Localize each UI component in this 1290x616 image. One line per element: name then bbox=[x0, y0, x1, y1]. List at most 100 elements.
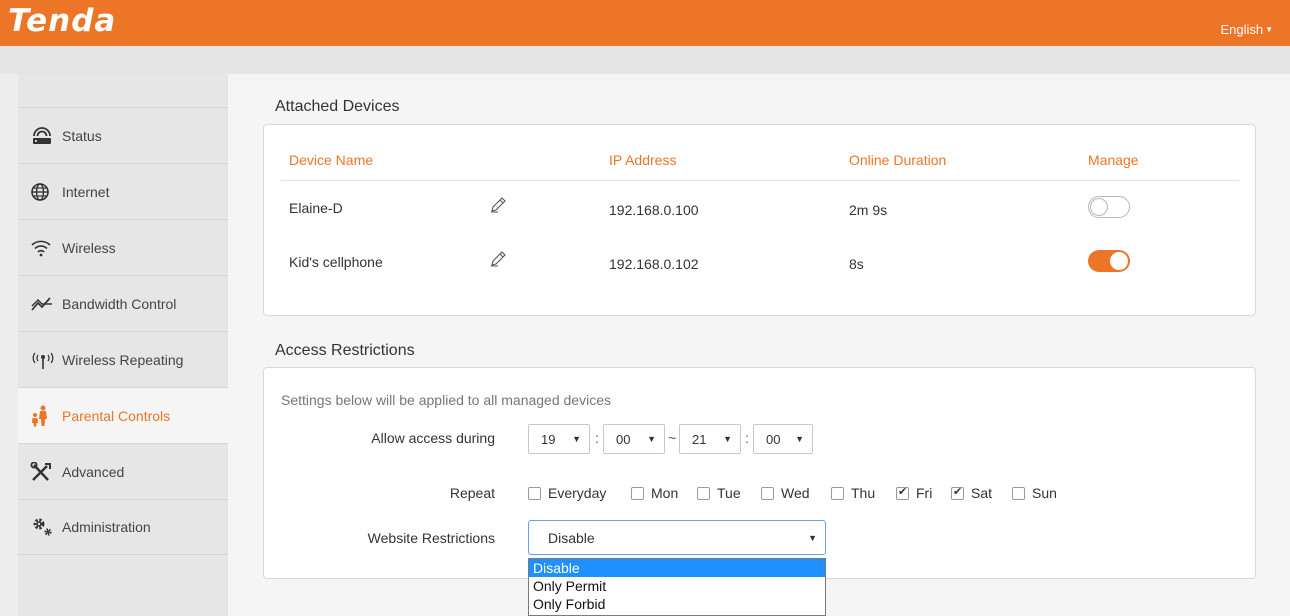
online-duration: 2m 9s bbox=[849, 202, 888, 218]
toggle-knob bbox=[1110, 252, 1128, 270]
day-tue-checkbox[interactable]: Tue bbox=[697, 485, 741, 501]
family-icon bbox=[30, 405, 58, 426]
end-hour-select[interactable]: 21 ▼ bbox=[679, 424, 741, 454]
sidebar-item-label: Parental Controls bbox=[62, 407, 171, 424]
sidebar-item-label: Internet bbox=[62, 183, 110, 200]
day-wed-checkbox[interactable]: Wed bbox=[761, 485, 810, 501]
checkbox-checked-icon bbox=[951, 485, 964, 500]
edit-pencil-icon[interactable] bbox=[490, 197, 506, 216]
attached-devices-title: Attached Devices bbox=[275, 98, 400, 115]
day-label: Sun bbox=[1032, 485, 1057, 501]
day-label: Tue bbox=[717, 485, 741, 501]
manage-toggle-off[interactable] bbox=[1088, 196, 1130, 218]
day-label: Wed bbox=[781, 485, 810, 501]
checkbox-icon bbox=[831, 486, 844, 500]
wifi-icon bbox=[30, 238, 58, 258]
column-online-duration: Online Duration bbox=[849, 152, 947, 168]
bandwidth-icon bbox=[30, 294, 58, 314]
day-everyday-checkbox[interactable]: Everyday bbox=[528, 485, 606, 501]
option-only-permit[interactable]: Only Permit bbox=[529, 577, 825, 595]
checkbox-icon bbox=[631, 486, 644, 500]
device-name: Kid's cellphone bbox=[289, 254, 383, 270]
device-ip: 192.168.0.102 bbox=[609, 256, 699, 272]
dropdown-arrow-icon: ▼ bbox=[723, 434, 732, 444]
sidebar-item-label: Bandwidth Control bbox=[62, 295, 177, 312]
sidebar-item-parental-controls[interactable]: Parental Controls bbox=[18, 387, 228, 443]
end-minute-value: 00 bbox=[766, 431, 781, 447]
antenna-icon bbox=[30, 350, 58, 370]
access-restrictions-title: Access Restrictions bbox=[275, 342, 415, 359]
sidebar-item-label: Status bbox=[62, 127, 102, 144]
day-sat-checkbox[interactable]: Sat bbox=[951, 485, 992, 501]
day-mon-checkbox[interactable]: Mon bbox=[631, 485, 678, 501]
column-ip-address: IP Address bbox=[609, 152, 677, 168]
tools-icon bbox=[30, 461, 58, 482]
day-fri-checkbox[interactable]: Fri bbox=[896, 485, 932, 501]
sidebar-item-advanced[interactable]: Advanced bbox=[18, 443, 228, 499]
sidebar-item-bandwidth-control[interactable]: Bandwidth Control bbox=[18, 275, 228, 331]
language-selector[interactable]: English ▼ bbox=[1220, 22, 1273, 37]
website-restrictions-label: Website Restrictions bbox=[367, 530, 495, 546]
gears-icon bbox=[30, 517, 58, 537]
language-label: English bbox=[1220, 22, 1264, 37]
dropdown-arrow-icon: ▼ bbox=[647, 434, 656, 444]
sidebar-item-label: Wireless bbox=[62, 239, 116, 256]
sidebar-item-wireless-repeating[interactable]: Wireless Repeating bbox=[18, 331, 228, 387]
day-sun-checkbox[interactable]: Sun bbox=[1012, 485, 1057, 501]
time-colon: : bbox=[595, 430, 599, 446]
day-label: Mon bbox=[651, 485, 679, 501]
end-minute-select[interactable]: 00 ▼ bbox=[753, 424, 813, 454]
checkbox-icon bbox=[761, 486, 774, 500]
day-label: Fri bbox=[916, 485, 933, 501]
start-hour-value: 19 bbox=[541, 431, 556, 447]
website-restrictions-dropdown: Disable Only Permit Only Forbid bbox=[528, 558, 826, 616]
online-duration: 8s bbox=[849, 256, 864, 272]
option-disable[interactable]: Disable bbox=[529, 559, 825, 577]
day-label: Sat bbox=[971, 485, 993, 501]
header-strip bbox=[0, 46, 1290, 74]
top-bar: Tenda English ▼ bbox=[0, 0, 1290, 46]
website-restrictions-value: Disable bbox=[548, 529, 595, 546]
settings-note: Settings below will be applied to all ma… bbox=[281, 392, 611, 408]
option-only-forbid[interactable]: Only Forbid bbox=[529, 595, 825, 613]
start-minute-value: 00 bbox=[616, 431, 631, 447]
column-manage: Manage bbox=[1088, 152, 1139, 168]
dropdown-arrow-icon: ▼ bbox=[572, 434, 581, 444]
time-range-separator: ~ bbox=[668, 430, 677, 446]
checkbox-icon bbox=[697, 486, 710, 500]
checkbox-checked-icon bbox=[896, 485, 909, 500]
end-hour-value: 21 bbox=[692, 431, 707, 447]
toggle-knob bbox=[1090, 198, 1108, 216]
sidebar-item-status[interactable]: Status bbox=[18, 107, 228, 163]
sidebar-item-label: Wireless Repeating bbox=[62, 351, 184, 368]
day-label: Everyday bbox=[548, 485, 607, 501]
website-restrictions-select[interactable]: Disable ▼ bbox=[528, 520, 826, 555]
sidebar-item-administration[interactable]: Administration bbox=[18, 499, 228, 555]
dropdown-arrow-icon: ▼ bbox=[795, 434, 804, 444]
checkbox-icon bbox=[1012, 486, 1025, 500]
globe-icon bbox=[30, 182, 58, 202]
sidebar-item-internet[interactable]: Internet bbox=[18, 163, 228, 219]
allow-access-label: Allow access during bbox=[371, 430, 495, 446]
start-minute-select[interactable]: 00 ▼ bbox=[603, 424, 665, 454]
router-icon bbox=[30, 126, 58, 146]
sidebar-item-wireless[interactable]: Wireless bbox=[18, 219, 228, 275]
repeat-label: Repeat bbox=[449, 485, 495, 501]
caret-down-icon: ▼ bbox=[1265, 25, 1273, 34]
start-hour-select[interactable]: 19 ▼ bbox=[528, 424, 590, 454]
sidebar-item-label: Administration bbox=[62, 519, 151, 535]
day-label: Thu bbox=[851, 485, 876, 501]
tenda-logo: Tenda bbox=[8, 3, 117, 39]
manage-toggle-on[interactable] bbox=[1088, 250, 1130, 272]
sidebar: Status Internet Wireless Bandwidth Contr… bbox=[18, 74, 228, 616]
table-header-divider bbox=[281, 180, 1239, 181]
day-thu-checkbox[interactable]: Thu bbox=[831, 485, 875, 501]
edit-pencil-icon[interactable] bbox=[490, 251, 506, 270]
device-ip: 192.168.0.100 bbox=[609, 202, 699, 218]
time-colon: : bbox=[745, 430, 749, 446]
checkbox-icon bbox=[528, 486, 541, 500]
sidebar-item-label: Advanced bbox=[62, 463, 125, 480]
dropdown-arrow-icon: ▼ bbox=[808, 533, 817, 543]
device-name: Elaine-D bbox=[289, 200, 343, 216]
column-device-name: Device Name bbox=[289, 152, 374, 168]
